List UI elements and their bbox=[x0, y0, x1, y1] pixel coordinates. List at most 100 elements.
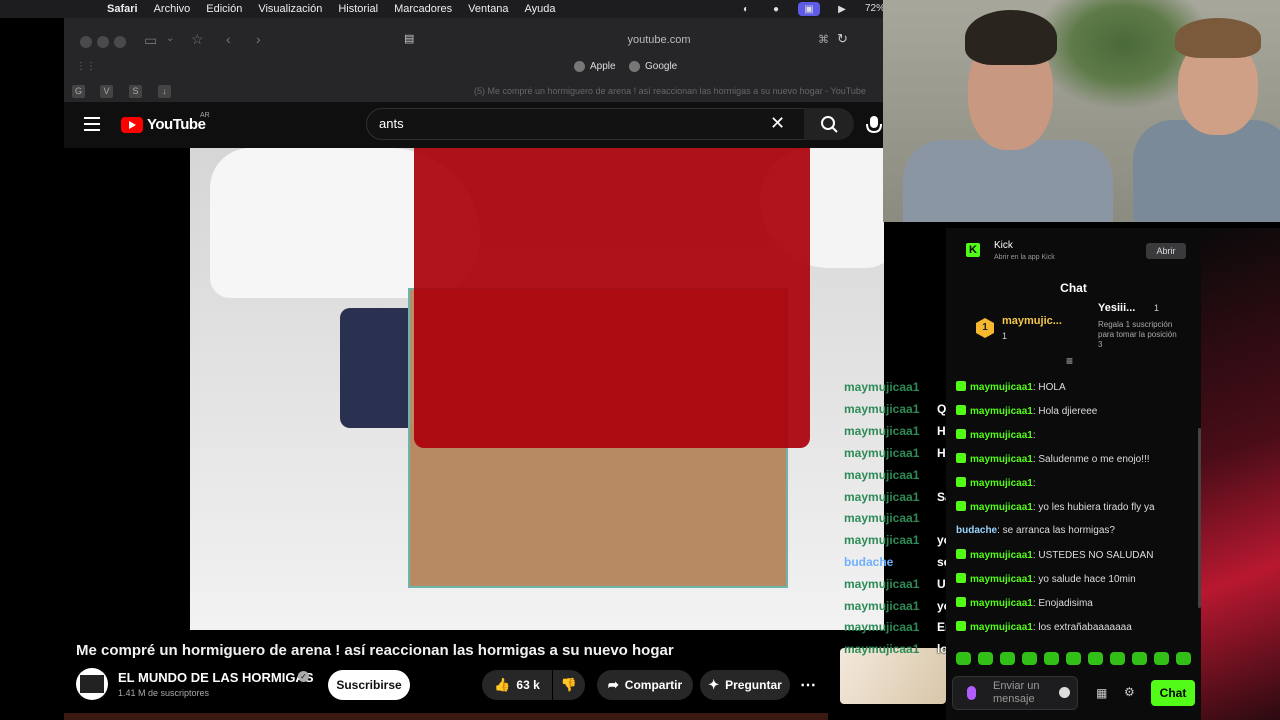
microphone-icon[interactable] bbox=[967, 686, 976, 700]
chat-input[interactable]: Enviar un mensaje bbox=[952, 676, 1078, 710]
chat-scrollbar[interactable] bbox=[1198, 428, 1201, 608]
person-right-hair bbox=[1175, 18, 1261, 58]
verified-icon: ✓ bbox=[298, 671, 309, 682]
menu-edicion[interactable]: Edición bbox=[206, 3, 242, 15]
menu-ayuda[interactable]: Ayuda bbox=[525, 3, 556, 15]
kick-app-name: Kick bbox=[994, 240, 1013, 251]
menu-app-name[interactable]: Safari bbox=[107, 3, 138, 15]
channel-avatar[interactable] bbox=[76, 668, 108, 700]
pinned-tab-v[interactable]: V bbox=[100, 85, 113, 98]
chat-username[interactable]: maymujicaa1 bbox=[970, 406, 1033, 417]
send-chat-button[interactable]: Chat bbox=[1151, 680, 1195, 706]
download-icon[interactable]: ↓ bbox=[158, 85, 171, 98]
filter-icon[interactable]: ≡ bbox=[1066, 354, 1073, 368]
voice-search-button[interactable] bbox=[864, 110, 884, 138]
chat-message: maymujicaa1: Saludenme o me enojo!!! bbox=[956, 453, 1150, 465]
search-input[interactable]: ants bbox=[366, 108, 806, 140]
ask-button[interactable]: ✦ Preguntar bbox=[700, 670, 790, 700]
video-player[interactable] bbox=[190, 148, 884, 630]
clear-search-icon[interactable]: ✕ bbox=[770, 113, 785, 134]
favorite-google[interactable]: Google bbox=[629, 61, 677, 72]
emoji-icon[interactable] bbox=[1059, 687, 1070, 698]
reader-icon[interactable]: ▤ bbox=[404, 32, 414, 45]
grid-icon[interactable]: ⋮⋮ bbox=[76, 61, 96, 72]
emote-icon[interactable] bbox=[1132, 652, 1147, 665]
close-window-button[interactable] bbox=[80, 36, 92, 48]
emote-icon[interactable] bbox=[1022, 652, 1037, 665]
reload-icon[interactable]: ↻ bbox=[837, 31, 848, 47]
overlay-chat-user: maymujicaa1 bbox=[844, 402, 920, 416]
kick-chat-panel: K Kick Abrir en la app Kick Abrir Chat 1… bbox=[946, 228, 1201, 720]
minimize-window-button[interactable] bbox=[97, 36, 109, 48]
chat-username[interactable]: maymujicaa1 bbox=[970, 454, 1033, 465]
emote-icon[interactable] bbox=[1110, 652, 1125, 665]
pinned-tab-s[interactable]: S bbox=[129, 85, 142, 98]
share-button[interactable]: ➦ Compartir bbox=[597, 670, 693, 700]
emote-icon[interactable] bbox=[1176, 652, 1191, 665]
play-status-icon[interactable]: ▶ bbox=[834, 2, 850, 16]
pinned-tab-google[interactable]: G bbox=[72, 85, 85, 98]
chat-username[interactable]: maymujicaa1 bbox=[970, 478, 1033, 489]
screen-share-icon[interactable]: ▣ bbox=[798, 2, 820, 16]
share-icon: ➦ bbox=[607, 677, 619, 692]
emote-icon[interactable] bbox=[1066, 652, 1081, 665]
youtube-play-icon bbox=[121, 116, 143, 133]
favorite-apple[interactable]: Apple bbox=[574, 61, 616, 72]
menu-icon[interactable] bbox=[84, 117, 100, 131]
apple-fav-icon bbox=[574, 61, 585, 72]
channel-name[interactable]: EL MUNDO DE LAS HORMIGAS bbox=[118, 670, 314, 685]
menu-marcadores[interactable]: Marcadores bbox=[394, 3, 452, 15]
emote-icon[interactable] bbox=[1000, 652, 1015, 665]
subscribe-button[interactable]: Suscribirse bbox=[328, 670, 410, 700]
emote-icon[interactable] bbox=[1088, 652, 1103, 665]
chat-username[interactable]: maymujicaa1 bbox=[970, 598, 1033, 609]
gear-icon[interactable]: ⚙ bbox=[1124, 685, 1135, 699]
top-gifter-1-name[interactable]: maymujic... bbox=[1002, 315, 1062, 327]
chat-message: maymujicaa1: bbox=[956, 477, 1036, 489]
youtube-logo[interactable]: YouTube bbox=[121, 116, 206, 133]
chevron-down-icon[interactable]: ⌄ bbox=[166, 33, 174, 44]
emote-icon[interactable] bbox=[956, 652, 971, 665]
gift-icon[interactable]: ▦ bbox=[1096, 686, 1107, 700]
thumbs-down-icon: 👎 bbox=[560, 677, 578, 692]
chat-username[interactable]: maymujicaa1 bbox=[970, 622, 1033, 633]
chat-username[interactable]: maymujicaa1 bbox=[970, 574, 1033, 585]
microphone-icon bbox=[866, 116, 882, 134]
emote-icon[interactable] bbox=[978, 652, 993, 665]
chat-username[interactable]: maymujicaa1 bbox=[970, 502, 1033, 513]
top-gifter-2-name[interactable]: Yesiii... bbox=[1098, 302, 1135, 314]
emote-icon[interactable] bbox=[1044, 652, 1059, 665]
back-icon[interactable]: ‹ bbox=[226, 31, 231, 47]
overlay-chat-user: maymujicaa1 bbox=[844, 620, 920, 634]
menu-archivo[interactable]: Archivo bbox=[154, 3, 191, 15]
dislike-button[interactable]: 👎 bbox=[553, 670, 585, 700]
chat-username[interactable]: maymujicaa1 bbox=[970, 382, 1033, 393]
menu-visualizacion[interactable]: Visualización bbox=[258, 3, 322, 15]
status-icon-1[interactable]: ◐ bbox=[738, 2, 754, 16]
translate-icon[interactable]: ⌘ bbox=[818, 33, 829, 46]
sub-badge-icon bbox=[956, 453, 966, 463]
status-icon-2[interactable]: ● bbox=[768, 2, 784, 16]
overlay-chat-user: maymujicaa1 bbox=[844, 577, 920, 591]
url-field[interactable]: youtube.com bbox=[594, 34, 724, 46]
zoom-window-button[interactable] bbox=[114, 36, 126, 48]
open-app-button[interactable]: Abrir bbox=[1146, 243, 1186, 259]
menu-historial[interactable]: Historial bbox=[338, 3, 378, 15]
active-tab-title[interactable]: (5) Me compré un hormiguero de arena ! a… bbox=[474, 86, 884, 96]
gift-prompt: Regala 1 suscripción para tomar la posic… bbox=[1098, 320, 1177, 349]
chat-username[interactable]: maymujicaa1 bbox=[970, 430, 1033, 441]
person-left-hair bbox=[965, 10, 1057, 65]
emote-bar bbox=[956, 652, 1191, 665]
forward-icon[interactable]: › bbox=[256, 31, 261, 47]
chat-message: budache: se arranca las hormigas? bbox=[956, 525, 1115, 536]
search-button[interactable] bbox=[804, 108, 854, 140]
recommended-thumbnail[interactable] bbox=[840, 648, 946, 704]
more-options-icon[interactable]: ⋯ bbox=[800, 675, 816, 695]
chat-username[interactable]: maymujicaa1 bbox=[970, 550, 1033, 561]
sidebar-icon[interactable]: ▭ bbox=[144, 32, 157, 49]
star-icon[interactable]: ☆ bbox=[191, 31, 204, 48]
menu-ventana[interactable]: Ventana bbox=[468, 3, 508, 15]
emote-icon[interactable] bbox=[1154, 652, 1169, 665]
like-button[interactable]: 👍 63 k bbox=[482, 670, 552, 700]
chat-username[interactable]: budache bbox=[956, 525, 997, 536]
